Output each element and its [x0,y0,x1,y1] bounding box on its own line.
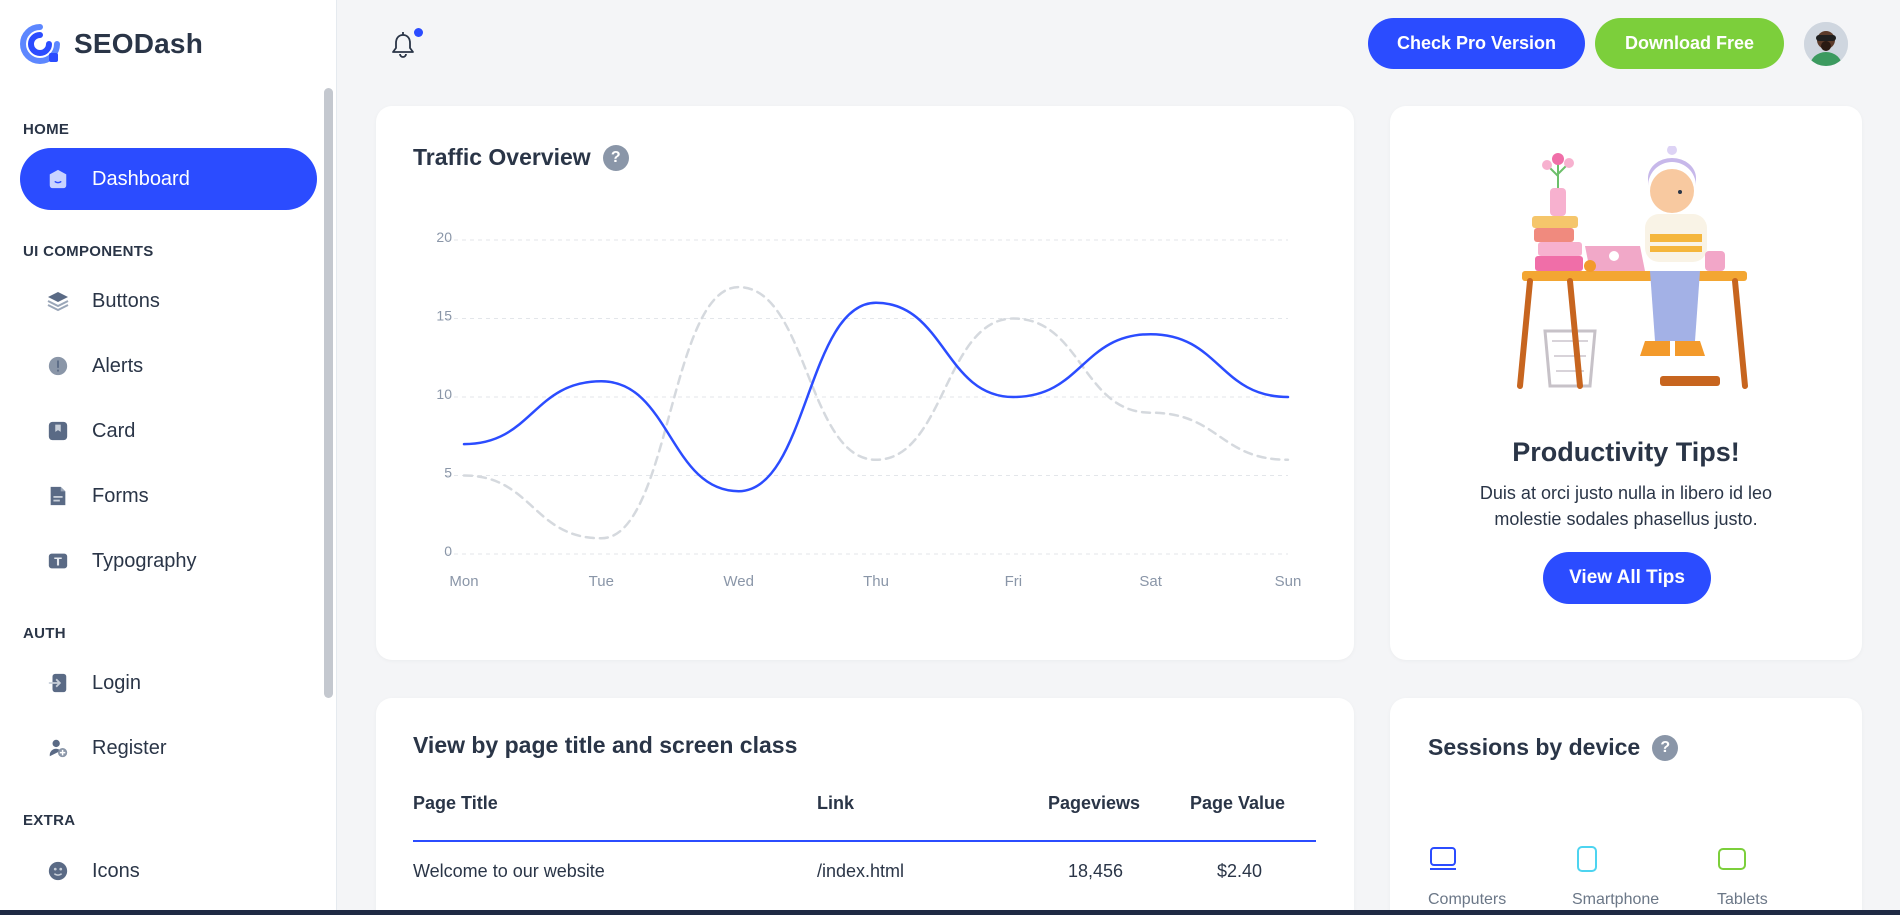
x-tick-label: Wed [723,573,754,590]
sidebar-item-dashboard[interactable]: Dashboard [20,148,317,210]
section-ui-components: UI COMPONENTS [23,243,154,260]
x-tick-label: Fri [1005,573,1023,590]
smartphone-icon [1577,846,1597,872]
brand-name: SEODash [74,28,203,59]
sidebar-item-label: Login [92,671,141,694]
y-tick-label: 15 [436,308,452,324]
mood-icon [46,859,70,883]
x-tick-label: Sat [1139,573,1162,590]
y-tick-label: 0 [444,543,452,559]
column-header-link[interactable]: Link [817,793,854,814]
sidebar-item-card[interactable]: Card [20,400,317,462]
device-label: Computers [1428,891,1507,908]
x-tick-label: Sun [1275,573,1302,590]
sidebar-item-label: Buttons [92,289,160,312]
sessions-title: Sessions by device ? [1428,734,1679,761]
page-table-card: View by page title and screen class Page… [376,698,1354,915]
device-smartphone: Smartphone [1572,846,1659,909]
avatar[interactable] [1804,22,1848,66]
table-cell-page-value: $2.40 [1217,861,1263,881]
sidebar-item-label: Card [92,419,136,442]
download-free-button[interactable]: Download Free [1595,18,1784,69]
sidebar-item-alerts[interactable]: Alerts [20,335,317,397]
table-title: View by page title and screen class [413,732,798,758]
sidebar-item-label: Register [92,736,167,759]
tips-title: Productivity Tips! [1512,437,1740,467]
y-tick-label: 10 [436,386,452,402]
sidebar-item-label: Typography [92,549,197,572]
sessions-card: Sessions by device ? Computers Smartphon… [1390,698,1862,915]
section-extra: EXTRA [23,812,76,829]
sidebar-scrollbar[interactable] [324,88,333,698]
svg-text:T: T [54,556,62,569]
desktop-icon [1430,847,1456,870]
x-tick-label: Tue [589,573,614,590]
sidebar-item-label: Dashboard [92,167,190,190]
sidebar-item-register[interactable]: Register [20,717,317,779]
bookmark-icon [46,419,70,443]
section-auth: AUTH [23,625,66,642]
sidebar-item-label: Alerts [92,354,144,377]
series-line-primary [462,301,1290,493]
typography-icon: T [46,549,70,573]
sidebar-item-forms[interactable]: Forms [20,465,317,527]
tips-text: Duis at orci justo nulla in libero id le… [1479,483,1773,529]
traffic-card: Traffic Overview ? 0 5 10 15 20 Mon Tue Wed Thu F… [376,106,1354,660]
sidebar-item-buttons[interactable]: Buttons [20,270,317,332]
sidebar: SEODash HOME Dashboard UI COMPONENTS But… [0,0,337,912]
column-header-page-title[interactable]: Page Title [413,793,498,814]
home-icon [46,167,70,191]
sidebar-item-label: Icons [92,859,140,882]
alert-icon [46,354,70,378]
section-home: HOME [23,121,70,138]
traffic-chart: 0 5 10 15 20 Mon Tue Wed Thu Fri Sat Sun [436,229,1302,590]
view-all-tips-button[interactable]: View All Tips [1543,552,1711,604]
tips-card: Productivity Tips! Duis at orci justo nu… [1390,106,1862,660]
y-tick-label: 20 [436,229,452,245]
device-computers: Computers [1428,846,1506,909]
check-pro-button[interactable]: Check Pro Version [1368,18,1585,69]
login-icon [46,671,70,695]
sidebar-item-icons[interactable]: Icons [20,840,317,902]
brand[interactable]: SEODash [20,24,203,64]
sidebar-item-typography[interactable]: T Typography [20,530,317,592]
device-label: Smartphone [1572,891,1660,908]
taskbar-strip [0,910,1900,915]
sidebar-item-login[interactable]: Login [20,652,317,714]
sidebar-item-label: Forms [92,484,149,507]
y-tick-label: 5 [444,465,452,481]
column-header-page-value[interactable]: Page Value [1190,793,1285,814]
help-icon[interactable]: ? [1652,734,1679,761]
user-plus-icon [46,736,70,760]
x-tick-label: Thu [863,573,889,590]
device-tablets: Tablets [1717,846,1768,909]
device-label: Tablets [1717,891,1768,908]
illustration-desk-person [1517,146,1748,389]
column-header-pageviews[interactable]: Pageviews [1048,793,1140,814]
file-text-icon [46,484,70,508]
sessions-title-text: Sessions by device [1428,734,1641,760]
table-cell-pageviews: 18,456 [1068,861,1124,881]
series-line-secondary [462,285,1290,540]
layers-icon [46,289,70,313]
table-header-divider [413,840,1316,842]
tablet-icon [1718,848,1746,870]
table-cell-link[interactable]: /index.html [817,861,904,882]
logo-icon [20,24,60,64]
notification-dot [414,28,423,37]
table-cell-page-title: Welcome to our website [413,861,605,881]
x-tick-label: Mon [449,573,478,590]
